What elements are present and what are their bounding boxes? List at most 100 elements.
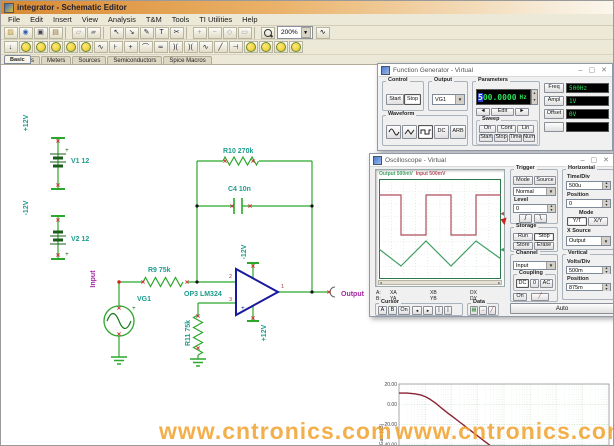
data-copy-icon[interactable]: → xyxy=(479,306,487,315)
select-arrow-icon[interactable]: ↖ xyxy=(110,27,124,39)
menu-tools[interactable]: Tools xyxy=(167,15,195,24)
resistor-r11[interactable] xyxy=(194,315,203,355)
relay-icon[interactable]: ∿ xyxy=(199,41,213,53)
schematic-canvas[interactable]: +12V -12V V1 12 V2 12 VG1 Input R9 75k R… xyxy=(1,65,614,446)
coupling-ac-button[interactable]: AC xyxy=(540,279,553,288)
fg-arb-button[interactable]: ARB xyxy=(450,125,466,139)
trigger-level-stepper[interactable]: 0▲▼ xyxy=(513,204,556,213)
data-curve-icon[interactable]: ╱ xyxy=(488,306,496,315)
chevron-down-icon[interactable]: ▼ xyxy=(546,262,555,269)
v-position-stepper[interactable]: 875m▲▼ xyxy=(566,283,611,291)
cursor-left-icon[interactable]: ◄ xyxy=(412,306,422,315)
fg-ampl-button[interactable]: Ampl xyxy=(544,96,564,106)
close-icon[interactable]: ✕ xyxy=(600,157,612,164)
menu-help[interactable]: Help xyxy=(237,15,262,24)
menu-tm[interactable]: T&M xyxy=(141,15,167,24)
trigger-mode-select[interactable]: Normal▼ xyxy=(513,187,556,196)
fg-blank-button[interactable] xyxy=(544,122,564,132)
ohmmeter-icon[interactable] xyxy=(274,41,288,53)
close-icon[interactable]: ✕ xyxy=(598,67,610,74)
select-alt-icon[interactable]: ↘ xyxy=(125,27,139,39)
mode-xy-button[interactable]: X/Y xyxy=(588,217,608,226)
ammeter-icon[interactable] xyxy=(259,41,273,53)
storage-stop-button[interactable]: Stop xyxy=(534,233,554,241)
square-wave-icon[interactable] xyxy=(418,125,433,139)
fg-dc-button[interactable]: DC xyxy=(434,125,449,139)
cursor-b-button[interactable]: B xyxy=(388,306,397,315)
transformer-icon[interactable]: )( xyxy=(169,41,183,53)
output-trace-handle[interactable]: ◀ xyxy=(500,248,504,253)
mode-yt-button[interactable]: Y/T xyxy=(567,217,587,226)
current-source-icon[interactable] xyxy=(49,41,63,53)
trigger-mode-button[interactable]: Mode xyxy=(513,176,533,185)
tab-semiconductors[interactable]: Semiconductors xyxy=(107,56,162,64)
text-icon[interactable]: T xyxy=(155,27,169,39)
volts-div-stepper[interactable]: 500m▲▼ xyxy=(566,266,611,274)
tab-sources[interactable]: Sources xyxy=(72,56,106,64)
cursor-a-button[interactable]: A xyxy=(378,306,387,315)
storage-run-button[interactable]: Run xyxy=(513,233,533,241)
minimize-icon[interactable]: – xyxy=(578,157,588,164)
switch-icon[interactable]: ╱ xyxy=(214,41,228,53)
battery-icon[interactable] xyxy=(34,41,48,53)
fg-frequency-display[interactable]: 500.0000 Hz xyxy=(476,89,531,105)
sweep-cont-button[interactable]: Cont xyxy=(497,125,516,133)
zoom-icon[interactable] xyxy=(261,27,275,39)
capacitor-icon[interactable]: ⊦ xyxy=(109,41,123,53)
h-position-stepper[interactable]: 0▲▼ xyxy=(566,199,611,208)
ground-icon[interactable]: ↓ xyxy=(4,41,18,53)
save-icon[interactable]: ▣ xyxy=(34,27,48,39)
sweep-start-button[interactable]: Start xyxy=(479,134,493,142)
tab-basic[interactable]: Basic xyxy=(4,55,31,64)
signal-analysis-icon[interactable]: ∿ xyxy=(316,27,330,39)
minimize-icon[interactable]: – xyxy=(576,67,586,74)
fg-offset-button[interactable]: Offset xyxy=(544,109,564,119)
cursor-right-icon[interactable]: ► xyxy=(423,306,433,315)
cursor-step2-button[interactable]: | xyxy=(444,306,452,315)
resistor-icon[interactable]: ∿ xyxy=(94,41,108,53)
triangle-wave-icon[interactable] xyxy=(402,125,417,139)
signal-generator-icon[interactable] xyxy=(64,41,78,53)
coupled-coils-icon[interactable]: )( xyxy=(184,41,198,53)
jumper-icon[interactable]: ≂ xyxy=(154,41,168,53)
sweep-on-button[interactable]: On xyxy=(479,125,496,133)
channel-on-button[interactable]: On xyxy=(513,293,527,301)
fg-edit-button[interactable]: Edit xyxy=(491,108,514,116)
rising-edge-icon[interactable]: ʃ xyxy=(519,214,532,223)
sweep-num-button[interactable]: Num xyxy=(523,134,535,142)
inductor-icon[interactable]: ⌒ xyxy=(139,41,153,53)
node-icon[interactable]: + xyxy=(124,41,138,53)
generator-vg1[interactable] xyxy=(104,306,134,336)
tab-meters[interactable]: Meters xyxy=(41,56,71,64)
channel-slope-icon[interactable]: ╱ xyxy=(531,293,549,301)
fg-freq-button[interactable]: Freq xyxy=(544,83,564,93)
tab-spice-macros[interactable]: Spice Macros xyxy=(163,56,211,64)
open-icon[interactable]: ▨ xyxy=(4,27,18,39)
fg-digit-left-button[interactable]: ◄ xyxy=(476,108,490,116)
controlled-source-icon[interactable] xyxy=(79,41,93,53)
data-export-icon[interactable]: ▦ xyxy=(470,306,478,315)
cut-icon[interactable]: ✂ xyxy=(170,27,184,39)
voltmeter-icon[interactable] xyxy=(244,41,258,53)
scope-scrollbar[interactable]: ◄► xyxy=(378,280,502,285)
cursor-on-button[interactable]: On xyxy=(398,306,410,315)
trigger-source-button[interactable]: Source xyxy=(534,176,556,185)
chevron-down-icon[interactable]: ▼ xyxy=(301,27,311,38)
time-div-stepper[interactable]: 500u▲▼ xyxy=(566,181,611,190)
menu-analysis[interactable]: Analysis xyxy=(103,15,141,24)
fg-start-button[interactable]: Start xyxy=(386,94,404,105)
voltage-source-icon[interactable] xyxy=(19,41,33,53)
chevron-down-icon[interactable]: ▼ xyxy=(455,95,464,104)
channel-select[interactable]: Input▼ xyxy=(513,261,556,270)
maximize-icon[interactable]: ▢ xyxy=(588,157,601,164)
import-icon[interactable]: ◉ xyxy=(19,27,33,39)
wattmeter-icon[interactable] xyxy=(289,41,303,53)
sine-wave-icon[interactable] xyxy=(386,125,401,139)
x-source-select[interactable]: Output▼ xyxy=(566,236,611,246)
sweep-lin-button[interactable]: Lin xyxy=(517,125,534,133)
fg-stop-button[interactable]: Stop xyxy=(404,94,421,105)
coupling-gnd-button[interactable]: 0 xyxy=(530,279,539,288)
sweep-stop-button[interactable]: Stop xyxy=(494,134,508,142)
title-bar[interactable]: integrator - Schematic Editor xyxy=(1,1,613,14)
terminal-icon[interactable]: ⊣ xyxy=(229,41,243,53)
